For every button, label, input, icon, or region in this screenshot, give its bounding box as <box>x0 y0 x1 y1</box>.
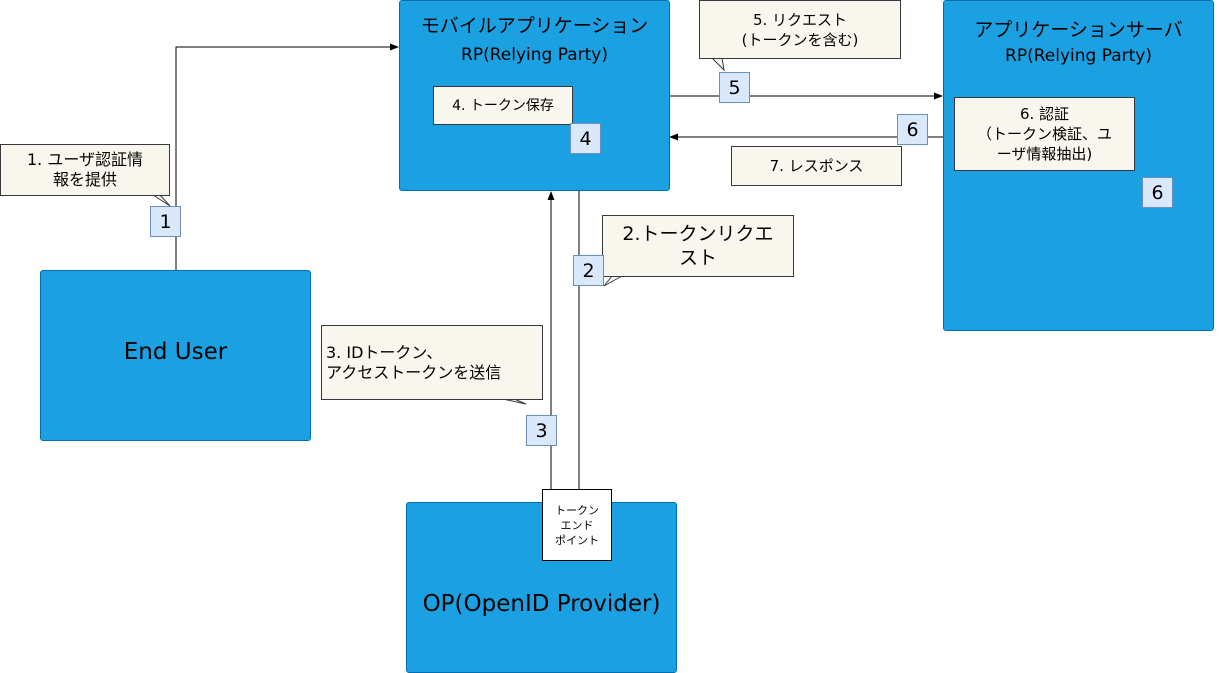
app-server-title: アプリケーションサーバ <box>974 19 1183 41</box>
note2-tail <box>603 275 623 287</box>
token-endpoint-label: トークン エンド ポイント <box>542 489 612 561</box>
note-step6: 6. 認証 （トークン検証、ユ ーザ情報抽出) <box>954 97 1135 171</box>
step-marker-1: 1 <box>150 206 181 237</box>
op-label: OP(OpenID Provider) <box>422 591 661 617</box>
mobile-app-subtitle: RP(Relying Party) <box>461 45 608 65</box>
note-step4: 4. トークン保存 <box>433 86 573 125</box>
step-marker-4: 4 <box>570 123 601 154</box>
step-marker-2: 2 <box>573 255 604 286</box>
arrow-enduser-to-mobile <box>175 43 399 270</box>
note-step1: 1. ユーザ認証情 報を提供 <box>0 144 170 196</box>
note-step7: 7. レスポンス <box>731 146 902 186</box>
step-marker-5: 5 <box>719 72 750 103</box>
step-marker-3: 3 <box>526 415 557 446</box>
step-marker-6-response: 6 <box>897 114 928 145</box>
step-marker-6-auth: 6 <box>1142 177 1173 208</box>
note5-tail <box>711 57 725 72</box>
note-step2: 2.トークンリクエ スト <box>602 215 794 277</box>
app-server-subtitle: RP(Relying Party) <box>1005 46 1152 66</box>
end-user-label: End User <box>123 339 228 365</box>
end-user-box: End User <box>40 270 311 441</box>
note-step3: 3. IDトークン、 アクセストークンを送信 <box>321 325 543 400</box>
mobile-app-title: モバイルアプリケーション <box>420 15 649 37</box>
note-step5: 5. リクエスト (トークンを含む) <box>699 0 901 59</box>
